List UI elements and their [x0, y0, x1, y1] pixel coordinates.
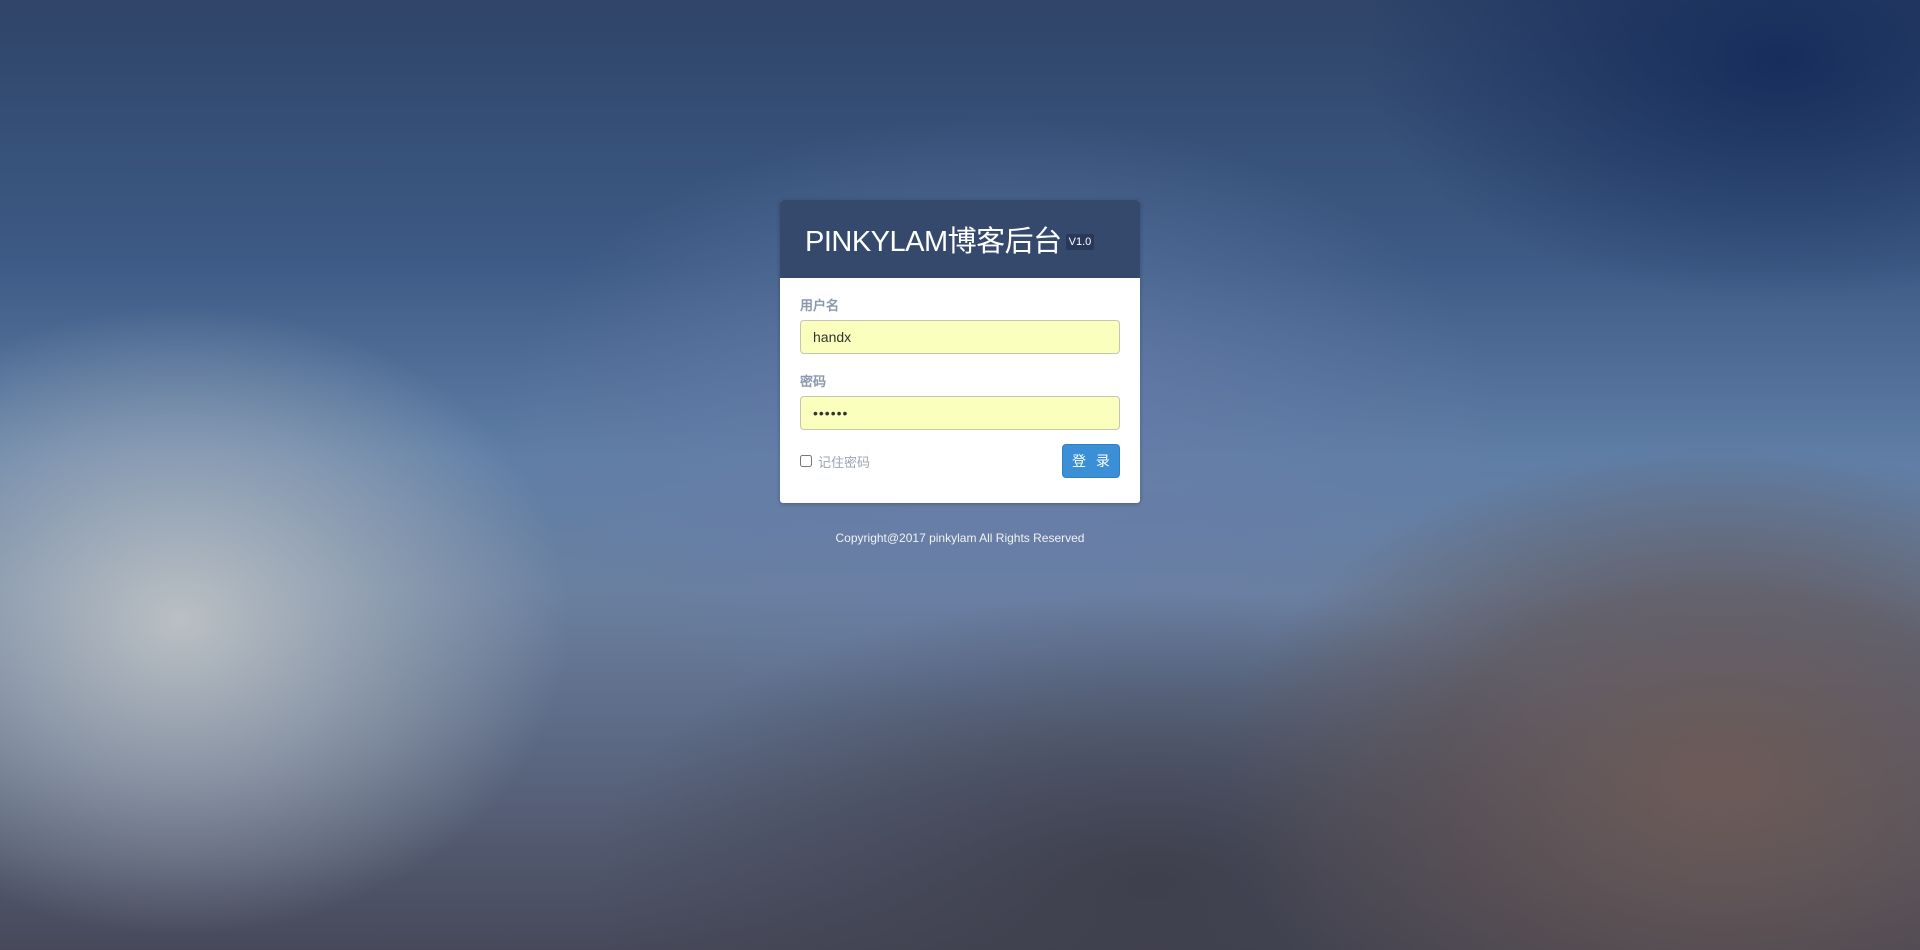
username-input[interactable] — [800, 320, 1120, 354]
login-container: PINKYLAM博客后台 V1.0 用户名 密码 记住密码 登 录 Copyri… — [780, 200, 1140, 545]
login-form: 用户名 密码 记住密码 登 录 — [780, 278, 1140, 503]
form-actions: 记住密码 登 录 — [800, 444, 1120, 478]
copyright-text: Copyright@2017 pinkylam All Rights Reser… — [835, 531, 1085, 545]
login-panel: PINKYLAM博客后台 V1.0 用户名 密码 记住密码 登 录 — [780, 200, 1140, 503]
remember-password[interactable]: 记住密码 — [800, 452, 870, 471]
login-button[interactable]: 登 录 — [1062, 444, 1120, 478]
password-label: 密码 — [800, 374, 827, 389]
login-header: PINKYLAM博客后台 V1.0 — [780, 200, 1140, 278]
password-input[interactable] — [800, 396, 1120, 430]
login-title: PINKYLAM博客后台 — [805, 226, 1062, 258]
version-badge: V1.0 — [1065, 234, 1095, 250]
remember-checkbox[interactable] — [800, 455, 812, 467]
remember-label: 记住密码 — [818, 454, 871, 470]
username-label: 用户名 — [800, 298, 840, 313]
